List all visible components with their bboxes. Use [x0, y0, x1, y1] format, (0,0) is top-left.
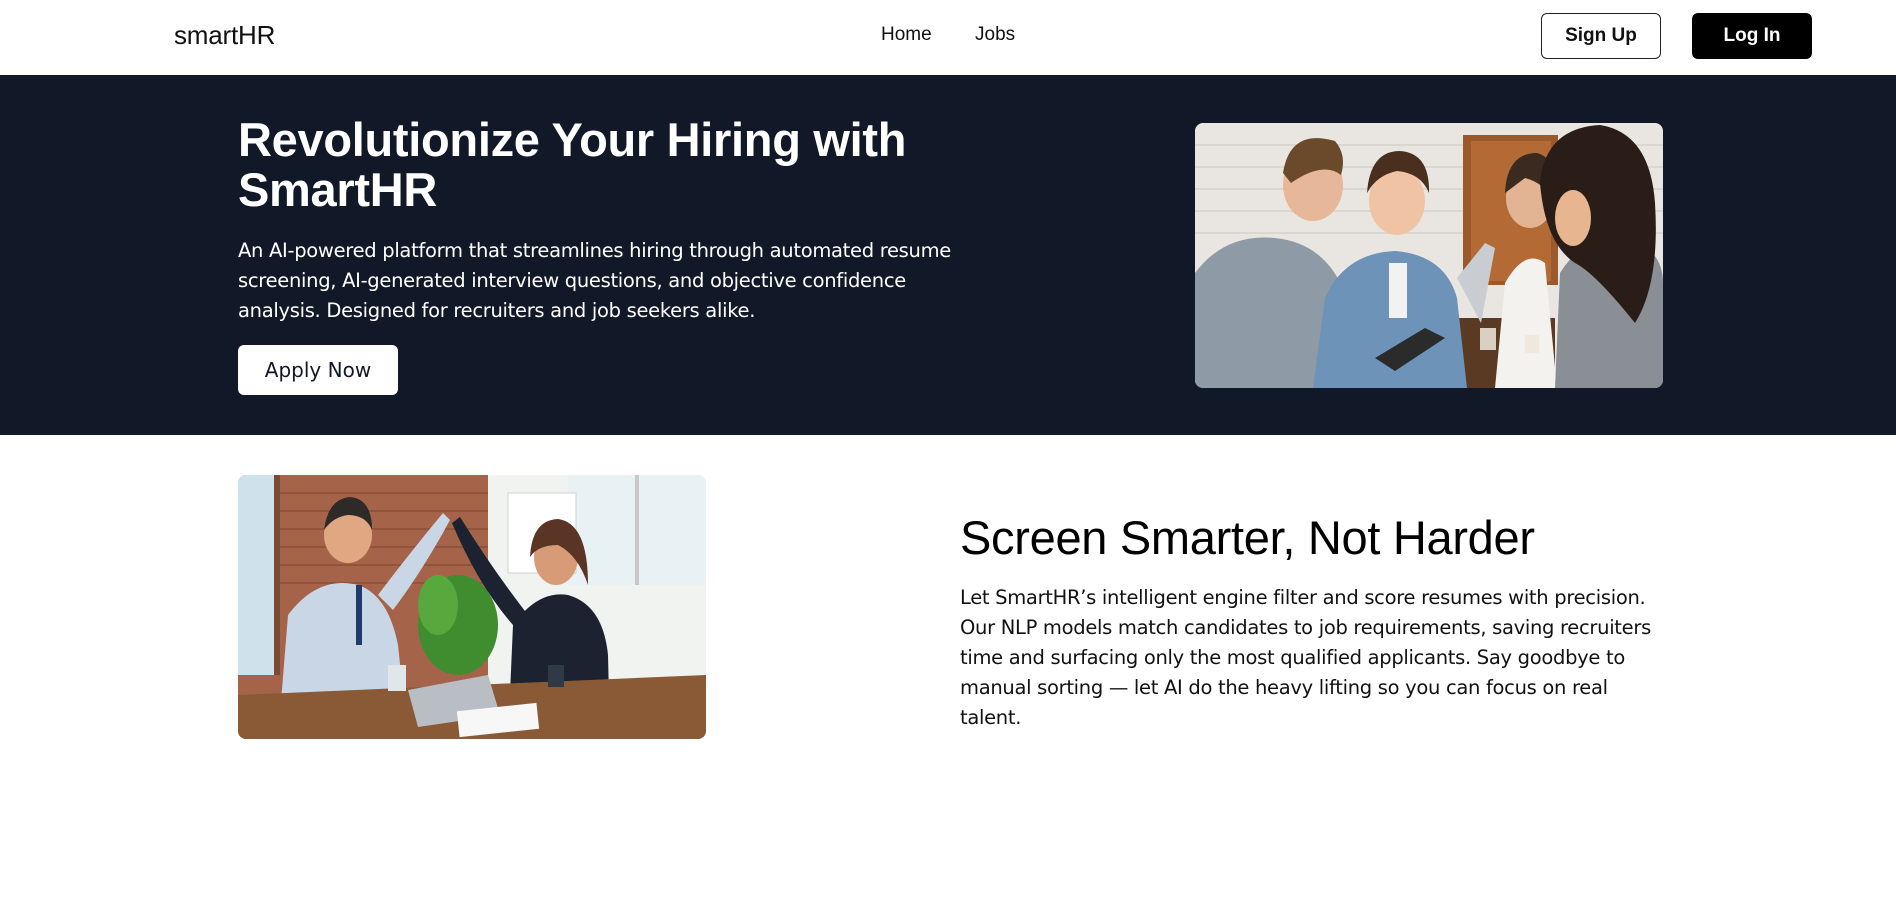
hero-team-photo [1195, 123, 1663, 388]
logo[interactable]: smartHR [174, 20, 275, 51]
feature-title: Screen Smarter, Not Harder [960, 511, 1535, 564]
hero-team-illustration [1195, 123, 1663, 388]
apply-now-button[interactable]: Apply Now [238, 345, 398, 395]
feature-high-five-illustration [238, 475, 706, 739]
sign-up-button[interactable]: Sign Up [1541, 13, 1661, 59]
feature-high-five-photo [238, 475, 706, 739]
hero-title: Revolutionize Your Hiring with SmartHR [238, 113, 907, 216]
hero-section: Revolutionize Your Hiring with SmartHR A… [0, 75, 1896, 435]
nav-link-home[interactable]: Home [881, 24, 932, 46]
nav-link-jobs[interactable]: Jobs [975, 24, 1015, 46]
log-in-button[interactable]: Log In [1692, 13, 1812, 59]
navbar: smartHR Home Jobs Sign Up Log In [0, 0, 1896, 75]
feature-description: Let SmartHR’s intelligent engine filter … [960, 586, 1651, 729]
hero-description: An AI-powered platform that streamlines … [238, 239, 951, 322]
